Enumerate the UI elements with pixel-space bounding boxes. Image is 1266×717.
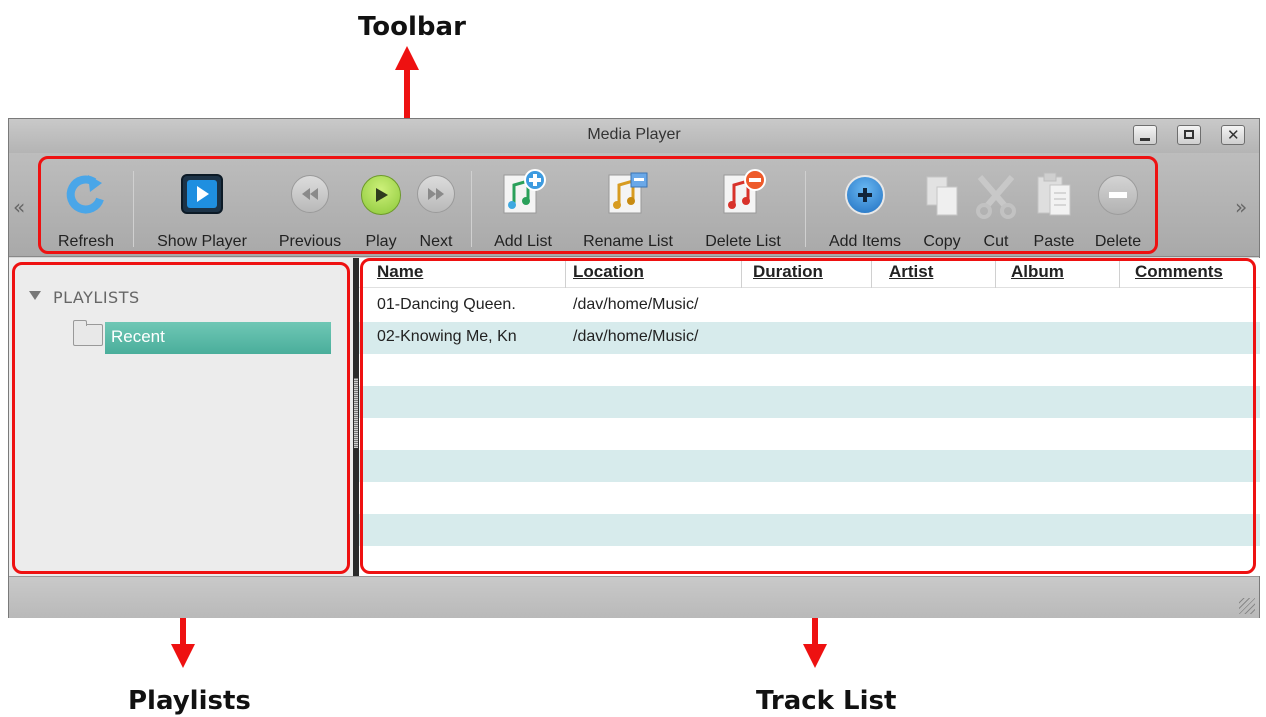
minimize-icon bbox=[1140, 138, 1150, 141]
toolbar-callout-arrowhead bbox=[395, 46, 419, 70]
toolbar-callout: Toolbar bbox=[358, 12, 466, 42]
track-list-callout-arrowhead bbox=[803, 644, 827, 668]
track-list-callout: Track List bbox=[756, 686, 897, 716]
playlists-callout: Playlists bbox=[128, 686, 251, 716]
toolbar-highlight bbox=[38, 156, 1158, 254]
maximize-icon bbox=[1184, 130, 1194, 139]
resize-grip-icon[interactable] bbox=[1239, 598, 1255, 614]
minimize-button[interactable] bbox=[1133, 125, 1157, 145]
title-bar[interactable]: Media Player ✕ bbox=[9, 119, 1259, 153]
status-bar bbox=[9, 576, 1259, 618]
maximize-button[interactable] bbox=[1177, 125, 1201, 145]
splitter-grip-icon[interactable] bbox=[354, 378, 358, 448]
close-icon: ✕ bbox=[1227, 126, 1240, 144]
close-button[interactable]: ✕ bbox=[1221, 125, 1245, 145]
playlists-callout-arrowhead bbox=[171, 644, 195, 668]
window-title: Media Player bbox=[587, 126, 681, 143]
scroll-left-icon[interactable]: « bbox=[13, 195, 25, 219]
playlists-highlight bbox=[12, 262, 350, 574]
scroll-right-icon[interactable]: » bbox=[1235, 195, 1247, 219]
track-list-highlight bbox=[360, 258, 1256, 574]
